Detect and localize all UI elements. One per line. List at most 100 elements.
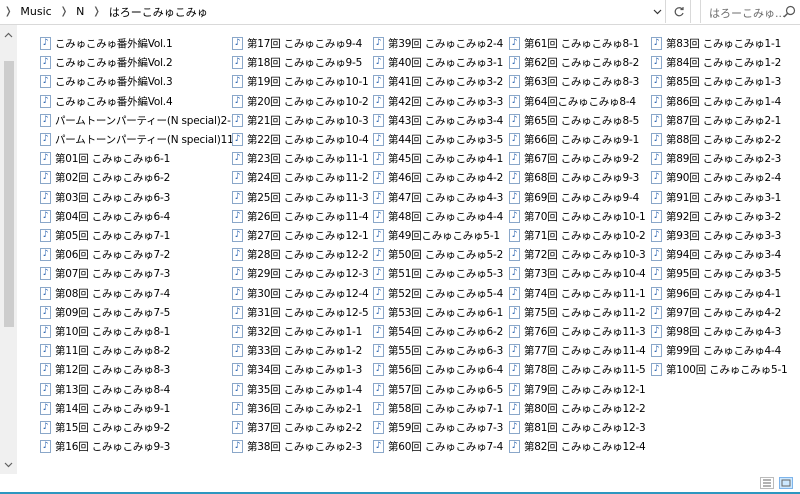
file-item[interactable]: ♪ 第49回こみゅこみゅ5-1 bbox=[373, 227, 500, 244]
file-item[interactable]: ♪ 第67回 こみゅこみゅ9-2 bbox=[509, 150, 639, 167]
file-item[interactable]: ♪ 第47回 こみゅこみゅ4-3 bbox=[373, 189, 503, 206]
file-item[interactable]: ♪ 第14回 こみゅこみゅ9-1 bbox=[40, 400, 170, 417]
large-icons-view-icon[interactable] bbox=[779, 477, 793, 489]
file-item[interactable]: ♪ 第60回 こみゅこみゅ7-4 bbox=[373, 438, 503, 455]
file-item[interactable]: ♪ 第91回 こみゅこみゅ3-1 bbox=[651, 189, 781, 206]
file-item[interactable]: ♪ 第35回 こみゅこみゅ1-4 bbox=[232, 381, 362, 398]
refresh-icon[interactable] bbox=[667, 0, 691, 23]
file-item[interactable]: ♪ 第03回 こみゅこみゅ6-3 bbox=[40, 189, 170, 206]
file-item[interactable]: ♪ 第32回 こみゅこみゅ1-1 bbox=[232, 323, 362, 340]
file-item[interactable]: ♪ 第62回 こみゅこみゅ8-2 bbox=[509, 54, 639, 71]
file-item[interactable]: ♪ 第02回 こみゅこみゅ6-2 bbox=[40, 169, 170, 186]
chevron-right-icon[interactable]: ❭ bbox=[60, 6, 68, 17]
file-item[interactable]: ♪ 第75回 こみゅこみゅ11-2 bbox=[509, 304, 646, 321]
file-item[interactable]: ♪ 第85回 こみゅこみゅ1-3 bbox=[651, 73, 781, 90]
file-item[interactable]: ♪ 第68回 こみゅこみゅ9-3 bbox=[509, 169, 639, 186]
file-item[interactable]: ♪ 第39回 こみゅこみゅ2-4 bbox=[373, 35, 503, 52]
file-item[interactable]: ♪ 第65回 こみゅこみゅ8-5 bbox=[509, 112, 639, 129]
file-item[interactable]: ♪ 第79回 こみゅこみゅ12-1 bbox=[509, 381, 646, 398]
file-item[interactable]: ♪ 第84回 こみゅこみゅ1-2 bbox=[651, 54, 781, 71]
details-view-icon[interactable] bbox=[760, 477, 774, 489]
file-item[interactable]: ♪ 第97回 こみゅこみゅ4-2 bbox=[651, 304, 781, 321]
file-item[interactable]: ♪ 第07回 こみゅこみゅ7-3 bbox=[40, 265, 170, 282]
file-item[interactable]: ♪ 第34回 こみゅこみゅ1-3 bbox=[232, 361, 362, 378]
file-item[interactable]: ♪ 第74回 こみゅこみゅ11-1 bbox=[509, 285, 646, 302]
file-item[interactable]: ♪ 第42回 こみゅこみゅ3-3 bbox=[373, 93, 503, 110]
file-item[interactable]: ♪ 第33回 こみゅこみゅ1-2 bbox=[232, 342, 362, 359]
file-item[interactable]: ♪ 第71回 こみゅこみゅ10-2 bbox=[509, 227, 646, 244]
file-item[interactable]: ♪ 第81回 こみゅこみゅ12-3 bbox=[509, 419, 646, 436]
file-item[interactable]: ♪ 第04回 こみゅこみゅ6-4 bbox=[40, 208, 170, 225]
file-item[interactable]: ♪ 第70回 こみゅこみゅ10-1 bbox=[509, 208, 646, 225]
file-item[interactable]: ♪ 第20回 こみゅこみゅ10-2 bbox=[232, 93, 369, 110]
breadcrumb-music[interactable]: Music bbox=[20, 5, 51, 18]
file-item[interactable]: ♪ 第88回 こみゅこみゅ2-2 bbox=[651, 131, 781, 148]
file-item[interactable]: ♪ 第31回 こみゅこみゅ12-5 bbox=[232, 304, 369, 321]
file-item[interactable]: ♪ 第41回 こみゅこみゅ3-2 bbox=[373, 73, 503, 90]
file-item[interactable]: ♪ 第100回 こみゅこみゅ5-1 bbox=[651, 361, 788, 378]
file-item[interactable]: ♪ 第38回 こみゅこみゅ2-3 bbox=[232, 438, 362, 455]
file-item[interactable]: ♪ こみゅこみゅ番外編Vol.2 bbox=[40, 54, 173, 71]
file-item[interactable]: ♪ 第19回 こみゅこみゅ10-1 bbox=[232, 73, 369, 90]
file-item[interactable]: ♪ 第10回 こみゅこみゅ8-1 bbox=[40, 323, 170, 340]
file-item[interactable]: ♪ 第56回 こみゅこみゅ6-4 bbox=[373, 361, 503, 378]
file-item[interactable]: ♪ 第95回 こみゅこみゅ3-5 bbox=[651, 265, 781, 282]
file-item[interactable]: ♪ こみゅこみゅ番外編Vol.4 bbox=[40, 93, 173, 110]
search-input[interactable]: はろーこみゅ... bbox=[700, 0, 800, 23]
file-item[interactable]: ♪ 第83回 こみゅこみゅ1-1 bbox=[651, 35, 781, 52]
file-item[interactable]: ♪ 第87回 こみゅこみゅ2-1 bbox=[651, 112, 781, 129]
file-item[interactable]: ♪ こみゅこみゅ番外編Vol.3 bbox=[40, 73, 173, 90]
file-item[interactable]: ♪ 第77回 こみゅこみゅ11-4 bbox=[509, 342, 646, 359]
file-item[interactable]: ♪ 第94回 こみゅこみゅ3-4 bbox=[651, 246, 781, 263]
file-item[interactable]: ♪ 第92回 こみゅこみゅ3-2 bbox=[651, 208, 781, 225]
file-item[interactable]: ♪ 第89回 こみゅこみゅ2-3 bbox=[651, 150, 781, 167]
file-item[interactable]: ♪ 第30回 こみゅこみゅ12-4 bbox=[232, 285, 369, 302]
file-item[interactable]: ♪ 第48回 こみゅこみゅ4-4 bbox=[373, 208, 503, 225]
file-item[interactable]: ♪ 第06回 こみゅこみゅ7-2 bbox=[40, 246, 170, 263]
file-item[interactable]: ♪ 第45回 こみゅこみゅ4-1 bbox=[373, 150, 503, 167]
file-item[interactable]: ♪ 第93回 こみゅこみゅ3-3 bbox=[651, 227, 781, 244]
file-item[interactable]: ♪ 第36回 こみゅこみゅ2-1 bbox=[232, 400, 362, 417]
file-item[interactable]: ♪ パームトーンパーティー(N special)11-2 bbox=[40, 131, 244, 148]
file-item[interactable]: ♪ 第15回 こみゅこみゅ9-2 bbox=[40, 419, 170, 436]
chevron-down-icon[interactable] bbox=[648, 0, 666, 23]
file-item[interactable]: ♪ 第23回 こみゅこみゅ11-1 bbox=[232, 150, 369, 167]
breadcrumb-current-folder[interactable]: はろーこみゅこみゅ bbox=[109, 4, 208, 20]
file-item[interactable]: ♪ 第05回 こみゅこみゅ7-1 bbox=[40, 227, 170, 244]
file-item[interactable]: ♪ 第22回 こみゅこみゅ10-4 bbox=[232, 131, 369, 148]
file-item[interactable]: ♪ 第63回 こみゅこみゅ8-3 bbox=[509, 73, 639, 90]
file-item[interactable]: ♪ 第78回 こみゅこみゅ11-5 bbox=[509, 361, 646, 378]
file-item[interactable]: ♪ 第57回 こみゅこみゅ6-5 bbox=[373, 381, 503, 398]
breadcrumb-n[interactable]: N bbox=[76, 5, 84, 18]
file-item[interactable]: ♪ 第29回 こみゅこみゅ12-3 bbox=[232, 265, 369, 282]
file-item[interactable]: ♪ 第55回 こみゅこみゅ6-3 bbox=[373, 342, 503, 359]
file-item[interactable]: ♪ 第58回 こみゅこみゅ7-1 bbox=[373, 400, 503, 417]
file-item[interactable]: ♪ 第08回 こみゅこみゅ7-4 bbox=[40, 285, 170, 302]
file-item[interactable]: ♪ 第98回 こみゅこみゅ4-3 bbox=[651, 323, 781, 340]
file-item[interactable]: ♪ 第40回 こみゅこみゅ3-1 bbox=[373, 54, 503, 71]
file-item[interactable]: ♪ 第99回 こみゅこみゅ4-4 bbox=[651, 342, 781, 359]
file-item[interactable]: ♪ 第61回 こみゅこみゅ8-1 bbox=[509, 35, 639, 52]
file-item[interactable]: ♪ 第66回 こみゅこみゅ9-1 bbox=[509, 131, 639, 148]
file-item[interactable]: ♪ 第73回 こみゅこみゅ10-4 bbox=[509, 265, 646, 282]
file-item[interactable]: ♪ 第37回 こみゅこみゅ2-2 bbox=[232, 419, 362, 436]
file-item[interactable]: ♪ 第01回 こみゅこみゅ6-1 bbox=[40, 150, 170, 167]
file-item[interactable]: ♪ 第12回 こみゅこみゅ8-3 bbox=[40, 361, 170, 378]
file-item[interactable]: ♪ パームトーンパーティー(N special)2-1 bbox=[40, 112, 237, 129]
file-item[interactable]: ♪ 第52回 こみゅこみゅ5-4 bbox=[373, 285, 503, 302]
file-item[interactable]: ♪ 第13回 こみゅこみゅ8-4 bbox=[40, 381, 170, 398]
file-item[interactable]: ♪ 第64回こみゅこみゅ8-4 bbox=[509, 93, 636, 110]
file-item[interactable]: ♪ 第21回 こみゅこみゅ10-3 bbox=[232, 112, 369, 129]
file-item[interactable]: ♪ 第17回 こみゅこみゅ9-4 bbox=[232, 35, 362, 52]
file-item[interactable]: ♪ 第16回 こみゅこみゅ9-3 bbox=[40, 438, 170, 455]
file-item[interactable]: ♪ 第44回 こみゅこみゅ3-5 bbox=[373, 131, 503, 148]
file-item[interactable]: ♪ 第27回 こみゅこみゅ12-1 bbox=[232, 227, 369, 244]
file-item[interactable]: ♪ 第50回 こみゅこみゅ5-2 bbox=[373, 246, 503, 263]
file-item[interactable]: ♪ 第86回 こみゅこみゅ1-4 bbox=[651, 93, 781, 110]
file-item[interactable]: ♪ 第80回 こみゅこみゅ12-2 bbox=[509, 400, 646, 417]
chevron-right-icon[interactable]: ❭ bbox=[92, 6, 100, 17]
file-item[interactable]: ♪ 第69回 こみゅこみゅ9-4 bbox=[509, 189, 639, 206]
file-item[interactable]: ♪ 第90回 こみゅこみゅ2-4 bbox=[651, 169, 781, 186]
file-item[interactable]: ♪ 第46回 こみゅこみゅ4-2 bbox=[373, 169, 503, 186]
file-item[interactable]: ♪ 第18回 こみゅこみゅ9-5 bbox=[232, 54, 362, 71]
